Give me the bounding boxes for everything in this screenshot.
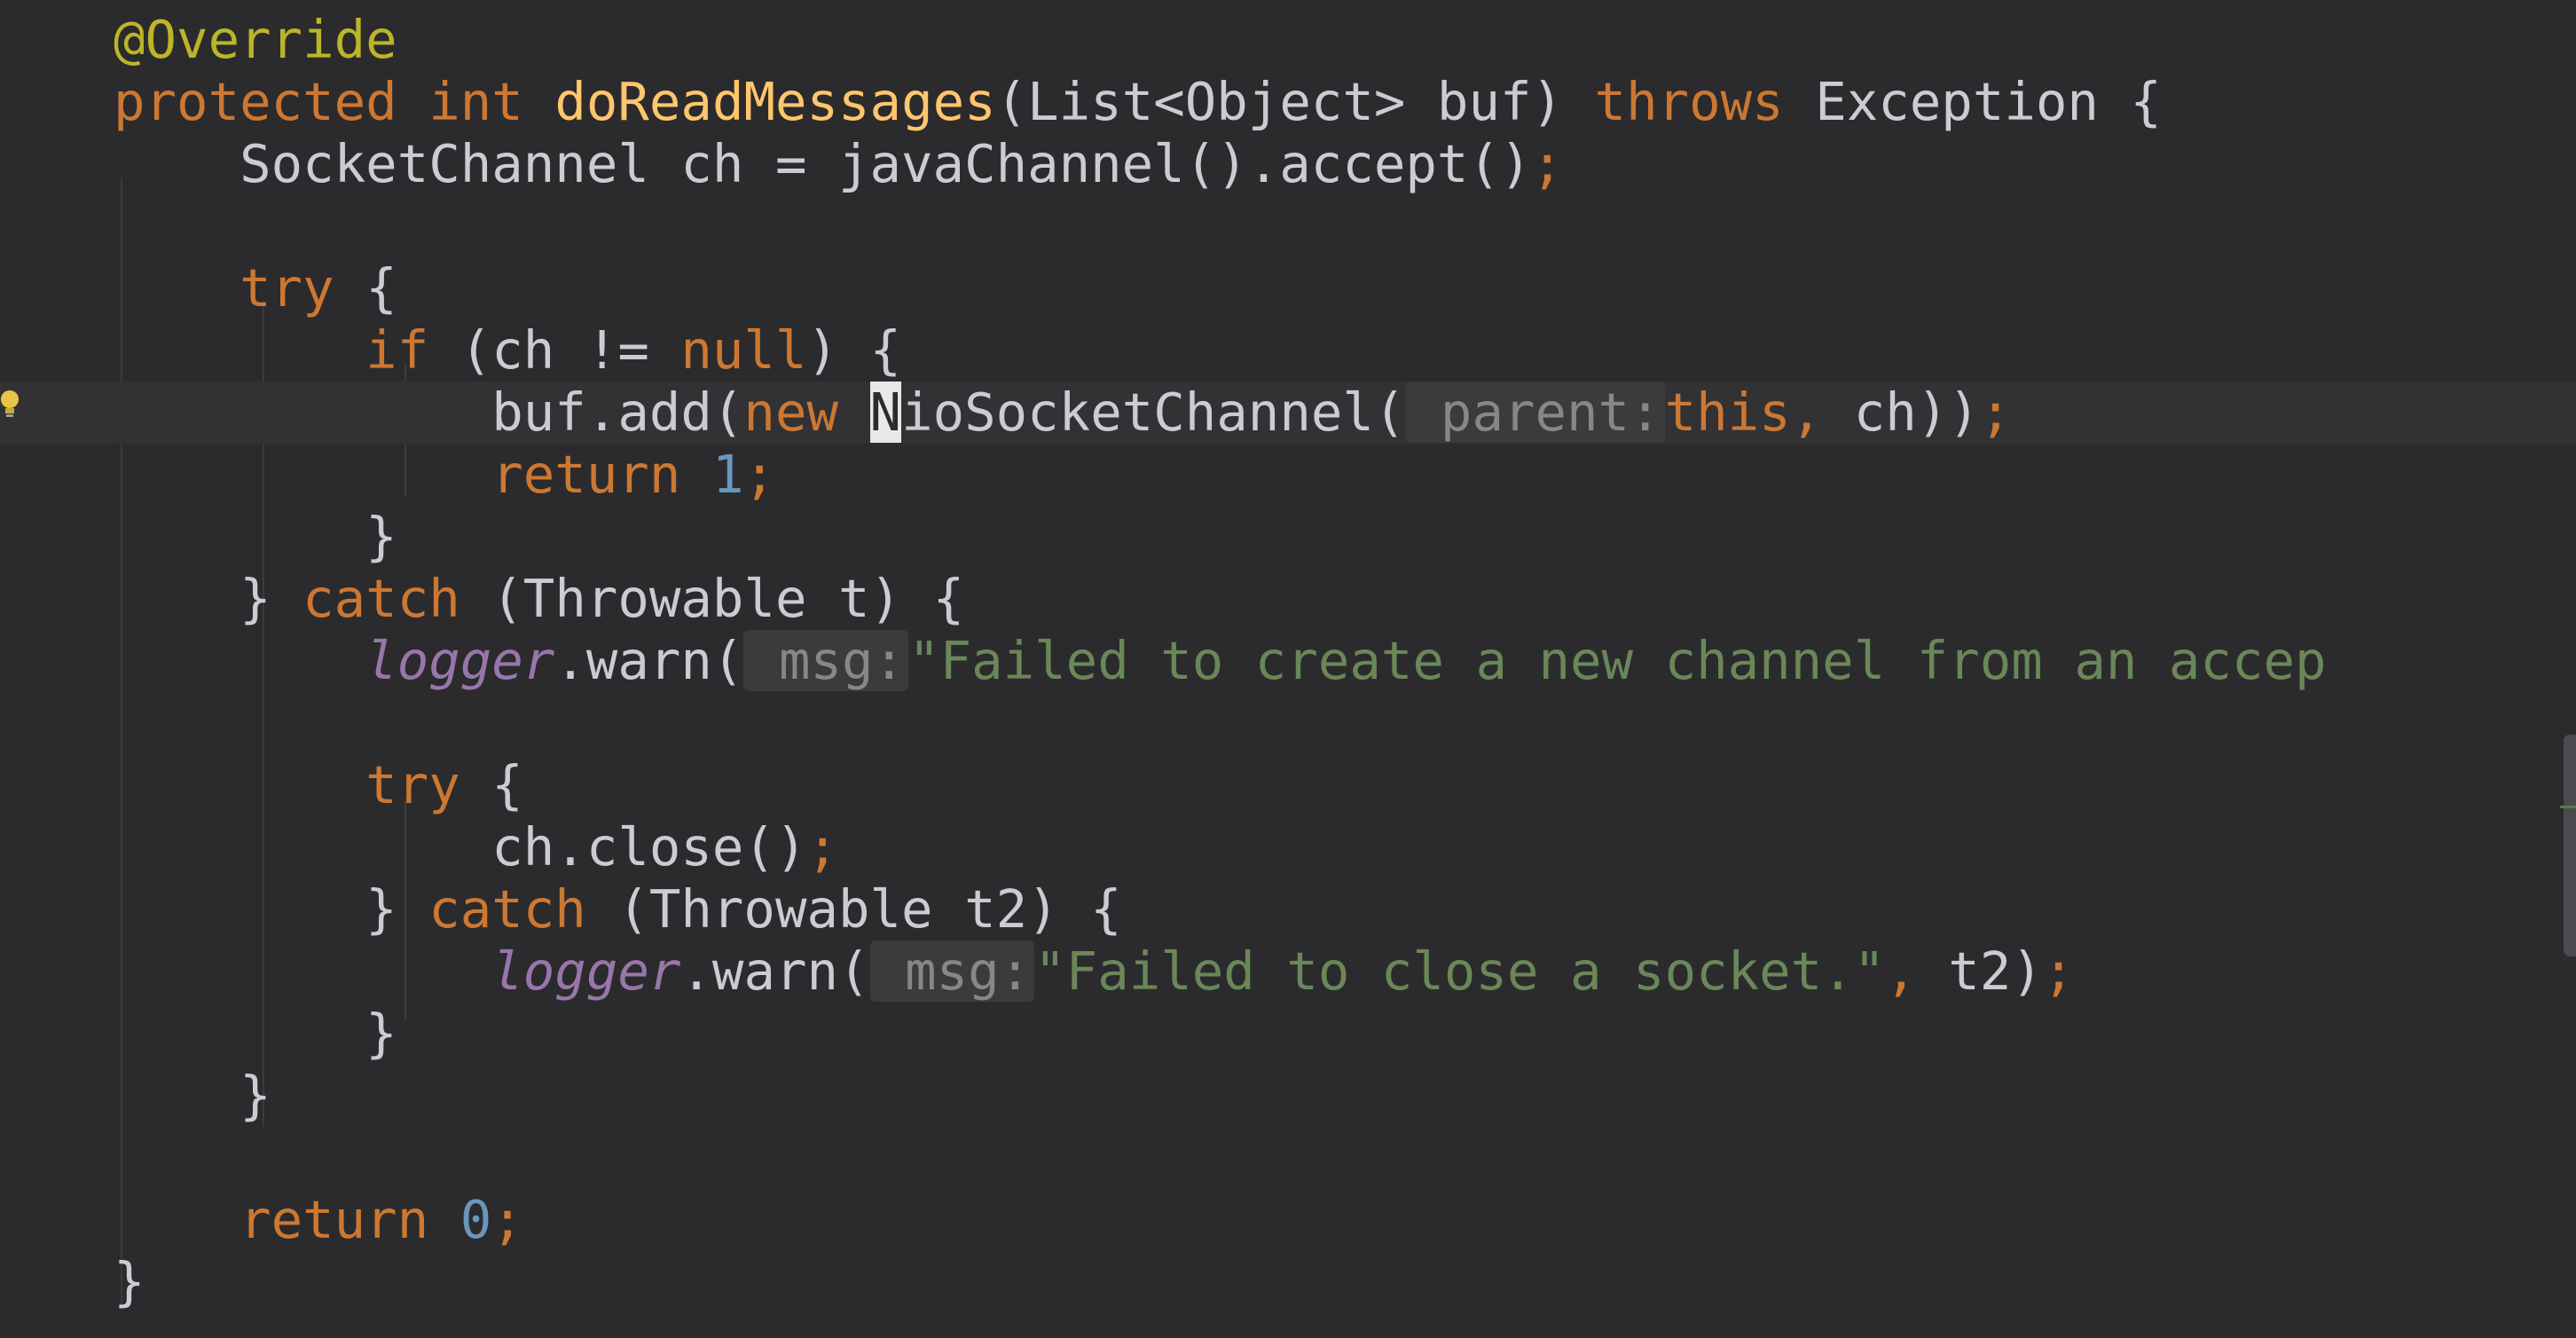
code-token-keyword: null [680, 319, 807, 381]
code-line[interactable]: @Override [0, 9, 2576, 71]
code-line[interactable]: } [0, 1065, 2576, 1127]
code-token-number: 1 [711, 444, 744, 505]
code-line[interactable]: } [0, 1251, 2576, 1313]
code-token-plain: SocketChannel ch = javaChannel().accept(… [114, 133, 1532, 194]
code-token-plain: (List<Object> buf) [995, 71, 1595, 132]
code-token-static-field: logger [491, 941, 681, 1002]
code-token-keyword: throws [1594, 71, 1784, 132]
code-token-keyword: int [428, 71, 523, 132]
code-line[interactable]: try { [0, 257, 2576, 319]
code-token-static-field: logger [365, 630, 555, 691]
code-token-semicolon: ; [1979, 382, 2012, 443]
code-token-plain: t2) [1948, 941, 2043, 1002]
code-token-keyword: return [491, 444, 681, 505]
code-token-plain: .warn( [554, 630, 744, 691]
code-token-keyword: try [365, 754, 460, 815]
code-line[interactable]: logger.warn( msg:"Failed to close a sock… [0, 941, 2576, 1003]
code-line[interactable]: protected int doReadMessages(List<Object… [0, 71, 2576, 133]
code-line[interactable]: if (ch != null) { [0, 319, 2576, 382]
code-token-plain: } [114, 1003, 397, 1064]
code-token-plain: } [114, 568, 303, 629]
code-token-semicolon: , [1790, 382, 1854, 443]
code-token-semicolon: ; [2042, 941, 2075, 1002]
code-line[interactable]: } catch (Throwable t) { [0, 568, 2576, 630]
code-token-keyword: protected [114, 71, 397, 132]
code-token-keyword: try [240, 257, 334, 319]
lightbulb-icon[interactable] [0, 387, 20, 422]
code-token-semicolon: ; [743, 444, 775, 505]
code-token-string: "Failed to create a new channel from an … [908, 630, 2327, 691]
code-token-plain: ch)) [1853, 382, 1980, 443]
code-token-plain: } [114, 1251, 145, 1312]
code-token-param-hint: parent: [1405, 382, 1665, 443]
code-line[interactable] [0, 1127, 2576, 1189]
code-line[interactable]: return 0; [0, 1189, 2576, 1251]
code-line[interactable]: SocketChannel ch = javaChannel().accept(… [0, 133, 2576, 195]
code-token-plain: { [459, 754, 523, 815]
vertical-scrollbar[interactable] [2564, 735, 2576, 956]
code-token-keyword: new [743, 382, 838, 443]
code-token-plain: } [114, 506, 397, 567]
code-token-keyword: if [365, 319, 429, 381]
code-token-param-hint: msg: [743, 630, 909, 691]
code-token-keyword: this [1664, 382, 1791, 443]
code-token-plain: Exception { [1783, 71, 2162, 132]
code-line[interactable]: } [0, 506, 2576, 568]
code-token-keyword: catch [428, 878, 586, 940]
code-line[interactable] [0, 195, 2576, 257]
code-line[interactable]: return 1; [0, 444, 2576, 506]
code-line[interactable]: logger.warn( msg:"Failed to create a new… [0, 630, 2576, 692]
code-token-semicolon: ; [1531, 133, 1563, 194]
code-line[interactable]: } [0, 1003, 2576, 1065]
code-token-string: "Failed to close a socket." [1034, 941, 1886, 1002]
code-token-plain: } [114, 878, 429, 940]
code-token-keyword: return [240, 1189, 429, 1250]
code-line-current[interactable]: buf.add(new NioSocketChannel( parent:thi… [0, 382, 2576, 444]
code-line[interactable] [0, 692, 2576, 754]
code-token-param-hint: msg: [869, 941, 1035, 1002]
code-token-plain: } [114, 1065, 271, 1126]
code-token-plain: ioSocketChannel( [901, 382, 1406, 443]
code-editor[interactable]: @Override protected int doReadMessages(Li… [0, 0, 2576, 1338]
code-token-keyword: catch [302, 568, 460, 629]
code-token-plain: ch.close() [114, 816, 807, 878]
code-line[interactable]: } catch (Throwable t2) { [0, 878, 2576, 941]
code-line[interactable]: try { [0, 754, 2576, 816]
code-token-plain: .warn( [680, 941, 870, 1002]
code-token-annotation: @Override [114, 9, 397, 70]
code-token-number: 0 [459, 1189, 492, 1250]
code-token-plain: (Throwable t2) { [585, 878, 1122, 940]
code-token-plain: ) { [806, 319, 902, 381]
scrollbar-marker [2560, 806, 2576, 808]
code-token-plain: buf.add( [114, 382, 744, 443]
code-token-semicolon: ; [806, 816, 838, 878]
code-line[interactable]: ch.close(); [0, 816, 2576, 878]
code-token-plain: (ch != [428, 319, 681, 381]
code-token-plain: { [334, 257, 397, 319]
code-token-caret-char: N [869, 382, 902, 443]
code-token-method-decl: doReadMessages [554, 71, 996, 132]
code-token-plain: (Throwable t) { [459, 568, 965, 629]
code-token-semicolon: , [1885, 941, 1949, 1002]
code-token-semicolon: ; [491, 1189, 523, 1250]
